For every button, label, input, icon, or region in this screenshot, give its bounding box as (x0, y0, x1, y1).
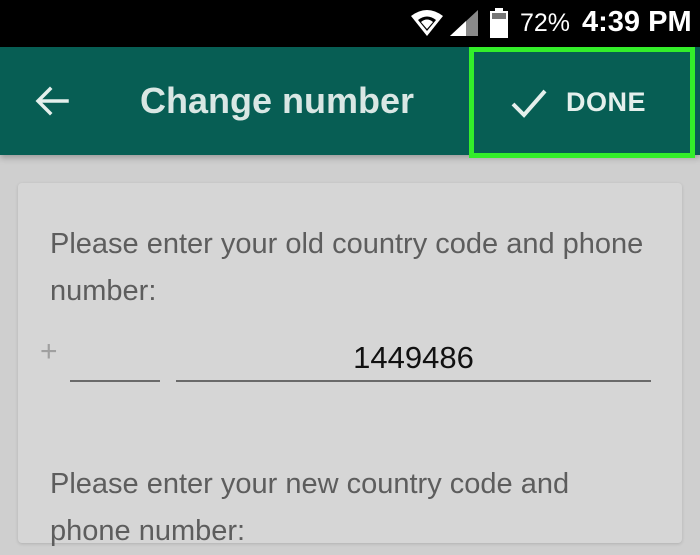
plus-sign: + (40, 335, 58, 368)
signal-icon (450, 10, 478, 36)
page-title: Change number (140, 80, 415, 121)
old-number-prompt: Please enter your old country code and p… (50, 228, 644, 307)
done-label: DONE (566, 87, 647, 117)
app-bar: Change number DONE (0, 47, 700, 158)
change-number-form: Please enter your old country code and p… (18, 183, 682, 547)
old-phone-number-input[interactable] (176, 336, 651, 382)
status-bar: 72% 4:39 PM (0, 0, 700, 47)
new-number-prompt: Please enter your new country code and p… (50, 468, 570, 547)
wifi-icon (411, 10, 443, 36)
done-button[interactable]: DONE (469, 47, 695, 158)
check-icon (511, 89, 547, 118)
old-country-code-input[interactable] (70, 336, 160, 382)
clock-time: 4:39 PM (582, 6, 692, 38)
back-button[interactable] (22, 72, 82, 130)
battery-percent: 72% (520, 9, 571, 37)
battery-icon (490, 8, 508, 38)
arrow-left-icon (35, 86, 69, 116)
